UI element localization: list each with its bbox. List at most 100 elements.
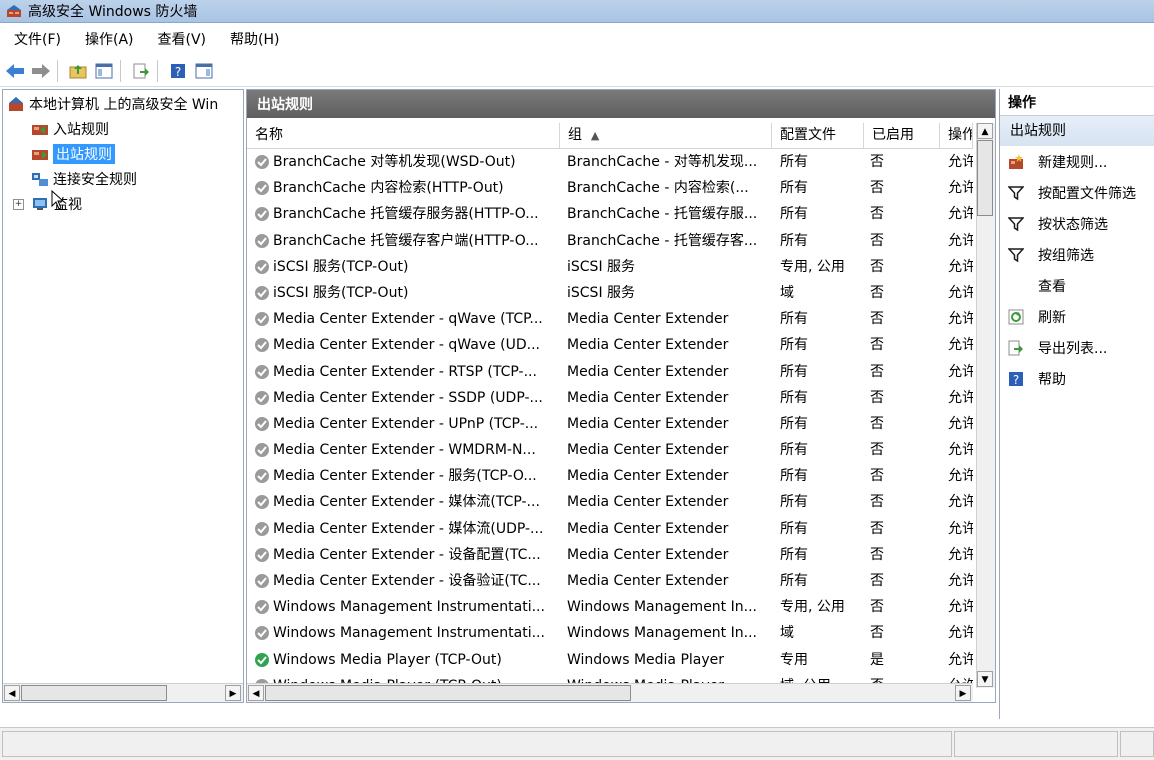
action-item[interactable]: 新建规则...	[1000, 146, 1154, 177]
cell-profile: 专用, 公用	[780, 599, 845, 616]
column-header-action[interactable]: 操作	[940, 123, 973, 148]
table-row[interactable]: iSCSI 服务(TCP-Out) iSCSI 服务 专用, 公用 否 允许	[247, 254, 973, 280]
cell-profile: 所有	[780, 337, 808, 354]
scroll-up-button[interactable]: ▲	[977, 123, 993, 139]
cell-name: BranchCache 托管缓存服务器(HTTP-O...	[254, 201, 554, 227]
cell-action: 允许	[948, 232, 973, 249]
table-row[interactable]: Media Center Extender - 媒体流(UDP-... Media…	[247, 516, 973, 542]
scroll-thumb[interactable]	[265, 685, 631, 701]
rule-disabled-icon	[255, 207, 269, 222]
expand-icon[interactable]: +	[13, 198, 24, 210]
scroll-left-button[interactable]: ◀	[248, 685, 264, 701]
tree-item-label: 入站规则	[53, 122, 109, 138]
action-item[interactable]: ? 帮助	[1000, 363, 1154, 394]
table-row[interactable]: Media Center Extender - 设备验证(TC... Media …	[247, 568, 973, 594]
rule-disabled-icon	[255, 495, 269, 510]
folder-up-icon	[69, 65, 87, 79]
table-row[interactable]: BranchCache 托管缓存客户端(HTTP-O... BranchCache…	[247, 228, 973, 254]
table-row[interactable]: BranchCache 托管缓存服务器(HTTP-O... BranchCache…	[247, 201, 973, 227]
cell-action: 允许	[948, 520, 973, 537]
menu-action[interactable]: 操作(A)	[71, 29, 144, 49]
table-row[interactable]: Media Center Extender - UPnP (TCP-... Med…	[247, 411, 973, 437]
cell-enabled: 否	[870, 389, 884, 406]
column-header-label: 组	[568, 127, 582, 143]
status-segment	[954, 731, 1118, 757]
tree-item-outbound[interactable]: 出站规则	[31, 143, 115, 165]
cell-text: BranchCache 托管缓存客户端(HTTP-O...	[273, 232, 539, 249]
table-row[interactable]: Media Center Extender - 媒体流(TCP-... Media…	[247, 489, 973, 515]
cell-action: 允许	[948, 625, 973, 642]
table-row[interactable]: Media Center Extender - qWave (TCP... Med…	[247, 306, 973, 332]
svg-text:?: ?	[175, 65, 181, 79]
help-button[interactable]: ?	[167, 60, 189, 82]
scroll-thumb[interactable]	[977, 140, 993, 216]
table-row[interactable]: Windows Management Instrumentati... Windo…	[247, 620, 973, 646]
cell-profile: 所有	[780, 546, 808, 563]
tree-item-label: 连接安全规则	[53, 172, 137, 188]
action-label: 刷新	[1038, 309, 1066, 326]
column-header-enabled[interactable]: 已启用	[864, 123, 940, 148]
scroll-thumb[interactable]	[21, 685, 167, 701]
action-item[interactable]: 按组筛选	[1000, 239, 1154, 270]
show-hide-tree-button[interactable]	[93, 60, 115, 82]
column-header-group[interactable]: 组 ▲	[560, 123, 772, 148]
scroll-down-button[interactable]: ▼	[977, 671, 993, 687]
action-item[interactable]: 按配置文件筛选	[1000, 177, 1154, 208]
show-hide-action-pane-button[interactable]	[193, 60, 215, 82]
tree-item-monitor[interactable]: + 监视	[13, 193, 82, 215]
export-icon	[1008, 340, 1023, 355]
scroll-right-button[interactable]: ▶	[955, 685, 971, 701]
menu-view[interactable]: 查看(V)	[144, 29, 217, 49]
export-icon	[133, 63, 149, 79]
tree-item-label-selected: 出站规则	[53, 144, 115, 164]
menu-file[interactable]: 文件(F)	[0, 29, 71, 49]
forward-button[interactable]	[30, 60, 52, 82]
scroll-right-button[interactable]: ▶	[225, 685, 241, 701]
tree-item-connection-security[interactable]: 连接安全规则	[31, 168, 137, 190]
toolbar: ?	[0, 56, 1154, 87]
cell-enabled: 否	[870, 442, 884, 459]
table-row[interactable]: BranchCache 内容检索(HTTP-Out) BranchCache - …	[247, 175, 973, 201]
up-folder-button[interactable]	[67, 60, 89, 82]
rule-disabled-icon	[255, 469, 269, 484]
tree-item-inbound[interactable]: 入站规则	[31, 118, 109, 140]
cell-group: Windows Management In...	[567, 625, 757, 642]
action-item[interactable]: 查看	[1000, 270, 1154, 301]
rules-horizontal-scrollbar[interactable]: ◀ ▶	[247, 683, 973, 702]
export-button[interactable]	[130, 60, 152, 82]
cell-profile: 域	[780, 284, 794, 301]
action-item[interactable]: 按状态筛选	[1000, 208, 1154, 239]
menu-help[interactable]: 帮助(H)	[216, 29, 289, 49]
table-row[interactable]: Media Center Extender - qWave (UD... Medi…	[247, 332, 973, 358]
column-header-name[interactable]: 名称	[247, 123, 560, 148]
rules-vertical-scrollbar[interactable]: ▲ ▼	[976, 123, 995, 688]
table-row[interactable]: Windows Management Instrumentati... Windo…	[247, 594, 973, 620]
table-row[interactable]: iSCSI 服务(TCP-Out) iSCSI 服务 域 否 允许	[247, 280, 973, 306]
table-row[interactable]: Media Center Extender - 服务(TCP-O... Media…	[247, 463, 973, 489]
cell-name: Media Center Extender - qWave (UD...	[254, 332, 554, 358]
pane-title: 出站规则	[247, 90, 995, 118]
tree-horizontal-scrollbar[interactable]: ◀ ▶	[3, 683, 243, 702]
table-row[interactable]: Windows Media Player (TCP-Out) Windows Me…	[247, 647, 973, 673]
cell-name: Media Center Extender - 媒体流(UDP-...	[254, 516, 554, 542]
sort-ascending-icon: ▲	[590, 129, 600, 142]
column-header-profile[interactable]: 配置文件	[772, 123, 864, 148]
rules-list: BranchCache 对等机发现(WSD-Out) BranchCache - …	[247, 149, 973, 699]
action-item[interactable]: 导出列表...	[1000, 332, 1154, 363]
scroll-left-button[interactable]: ◀	[4, 685, 20, 701]
table-row[interactable]: Media Center Extender - 设备配置(TC... Media …	[247, 542, 973, 568]
actions-section-header[interactable]: 出站规则	[1000, 116, 1154, 146]
cell-action: 允许	[948, 494, 973, 511]
action-label: 帮助	[1038, 371, 1066, 388]
cell-action: 允许	[948, 546, 973, 563]
back-button[interactable]	[4, 60, 26, 82]
cell-action: 允许	[948, 363, 973, 380]
table-row[interactable]: BranchCache 对等机发现(WSD-Out) BranchCache - …	[247, 149, 973, 175]
cell-enabled: 否	[870, 284, 884, 301]
table-row[interactable]: Media Center Extender - RTSP (TCP-... Med…	[247, 359, 973, 385]
table-row[interactable]: Media Center Extender - WMDRM-N... Media …	[247, 437, 973, 463]
action-item[interactable]: 刷新	[1000, 301, 1154, 332]
table-row[interactable]: Media Center Extender - SSDP (UDP-... Med…	[247, 385, 973, 411]
cell-profile: 所有	[780, 311, 808, 328]
tree-root[interactable]: 本地计算机 上的高级安全 Win	[7, 93, 218, 115]
